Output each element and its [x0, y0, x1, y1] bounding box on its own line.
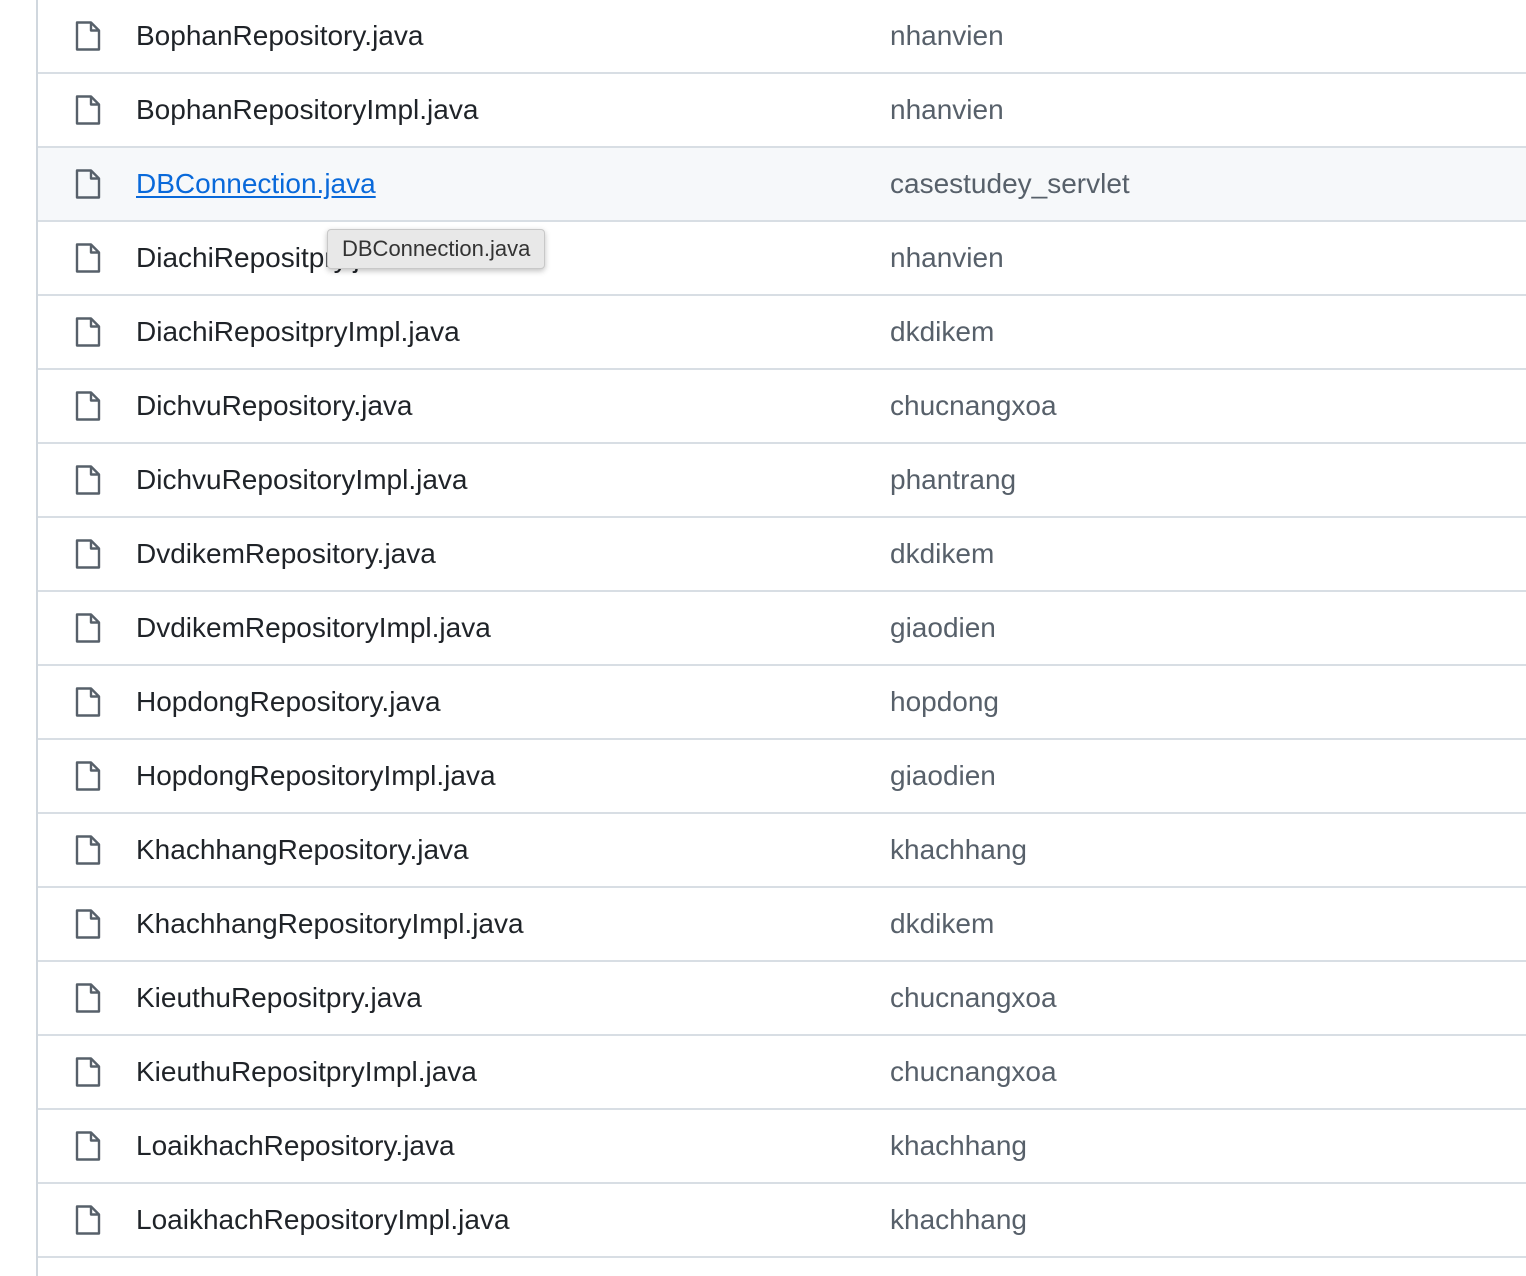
file-row[interactable]: HopdongRepository.java hopdong	[38, 666, 1526, 740]
file-name-link[interactable]: DichvuRepository.java	[136, 390, 413, 422]
file-icon	[74, 168, 102, 200]
commit-message-link[interactable]: chucnangxoa	[890, 1056, 1057, 1088]
file-name-link[interactable]: LoaikhachRepositoryImpl.java	[136, 1204, 510, 1236]
file-icon	[74, 760, 102, 792]
commit-message-link[interactable]: chucnangxoa	[890, 982, 1057, 1014]
file-icon	[74, 1056, 102, 1088]
file-name-link[interactable]: KhachhangRepositoryImpl.java	[136, 908, 524, 940]
file-name-link[interactable]: DiachiRepositpryImpl.java	[136, 316, 460, 348]
file-name-link[interactable]: KieuthuRepositpryImpl.java	[136, 1056, 477, 1088]
file-row[interactable]: BophanRepository.java nhanvien	[38, 0, 1526, 74]
file-icon	[74, 908, 102, 940]
commit-message-link[interactable]: khachhang	[890, 1130, 1027, 1162]
file-row[interactable]: DiachiRepositpryImpl.java dkdikem	[38, 296, 1526, 370]
file-icon	[74, 538, 102, 570]
commit-message-link[interactable]: giaodien	[890, 760, 996, 792]
file-row[interactable]: DvdikemRepositoryImpl.java giaodien	[38, 592, 1526, 666]
commit-message-link[interactable]: dkdikem	[890, 538, 994, 570]
commit-message-link[interactable]: phantrang	[890, 464, 1016, 496]
file-icon	[74, 464, 102, 496]
file-icon	[74, 390, 102, 422]
file-row[interactable]: DichvuRepositoryImpl.java phantrang	[38, 444, 1526, 518]
commit-message-link[interactable]: dkdikem	[890, 908, 994, 940]
file-icon	[74, 1204, 102, 1236]
file-name-link[interactable]: DvdikemRepository.java	[136, 538, 436, 570]
file-list: BophanRepository.java nhanvien BophanRep…	[36, 0, 1526, 1276]
file-row[interactable]: LoaikhachRepository.java khachhang	[38, 1110, 1526, 1184]
file-icon	[74, 834, 102, 866]
page: BophanRepository.java nhanvien BophanRep…	[0, 0, 1526, 1276]
file-icon	[74, 242, 102, 274]
file-row[interactable]: DiachiRepositpry.java nhanvien	[38, 222, 1526, 296]
file-name-link[interactable]: KieuthuRepositpry.java	[136, 982, 422, 1014]
file-icon	[74, 686, 102, 718]
file-icon	[74, 316, 102, 348]
file-name-link[interactable]: BophanRepositoryImpl.java	[136, 94, 478, 126]
file-name-link[interactable]: DvdikemRepositoryImpl.java	[136, 612, 491, 644]
commit-message-link[interactable]: casestudey_servlet	[890, 168, 1130, 200]
commit-message-link[interactable]: nhanvien	[890, 242, 1004, 274]
file-icon	[74, 20, 102, 52]
file-icon	[74, 612, 102, 644]
file-row[interactable]: KieuthuRepositpry.java chucnangxoa	[38, 962, 1526, 1036]
commit-message-link[interactable]: nhanvien	[890, 20, 1004, 52]
file-icon	[74, 982, 102, 1014]
file-row[interactable]: LoaikhachRepositoryImpl.java khachhang	[38, 1184, 1526, 1258]
file-name-link[interactable]: HopdongRepositoryImpl.java	[136, 760, 496, 792]
file-name-link[interactable]: LoaikhachRepository.java	[136, 1130, 455, 1162]
file-name-link[interactable]: BophanRepository.java	[136, 20, 423, 52]
commit-message-link[interactable]: chucnangxoa	[890, 390, 1057, 422]
file-name-link[interactable]: DichvuRepositoryImpl.java	[136, 464, 467, 496]
commit-message-link[interactable]: khachhang	[890, 834, 1027, 866]
commit-message-link[interactable]: hopdong	[890, 686, 999, 718]
file-row[interactable]: DBConnection.java casestudey_servlet	[38, 148, 1526, 222]
file-name-link[interactable]: DBConnection.java	[136, 168, 376, 200]
commit-message-link[interactable]: dkdikem	[890, 316, 994, 348]
commit-message-link[interactable]: khachhang	[890, 1204, 1027, 1236]
hover-tooltip: DBConnection.java	[327, 229, 546, 269]
file-name-link[interactable]: KhachhangRepository.java	[136, 834, 469, 866]
file-icon	[74, 1130, 102, 1162]
file-row[interactable]: HopdongRepositoryImpl.java giaodien	[38, 740, 1526, 814]
file-row[interactable]: DichvuRepository.java chucnangxoa	[38, 370, 1526, 444]
commit-message-link[interactable]: nhanvien	[890, 94, 1004, 126]
file-row[interactable]: DvdikemRepository.java dkdikem	[38, 518, 1526, 592]
file-icon	[74, 94, 102, 126]
file-row[interactable]: BophanRepositoryImpl.java nhanvien	[38, 74, 1526, 148]
commit-message-link[interactable]: giaodien	[890, 612, 996, 644]
file-row[interactable]: KieuthuRepositpryImpl.java chucnangxoa	[38, 1036, 1526, 1110]
file-name-link[interactable]: HopdongRepository.java	[136, 686, 441, 718]
file-row[interactable]: KhachhangRepository.java khachhang	[38, 814, 1526, 888]
file-row[interactable]: KhachhangRepositoryImpl.java dkdikem	[38, 888, 1526, 962]
